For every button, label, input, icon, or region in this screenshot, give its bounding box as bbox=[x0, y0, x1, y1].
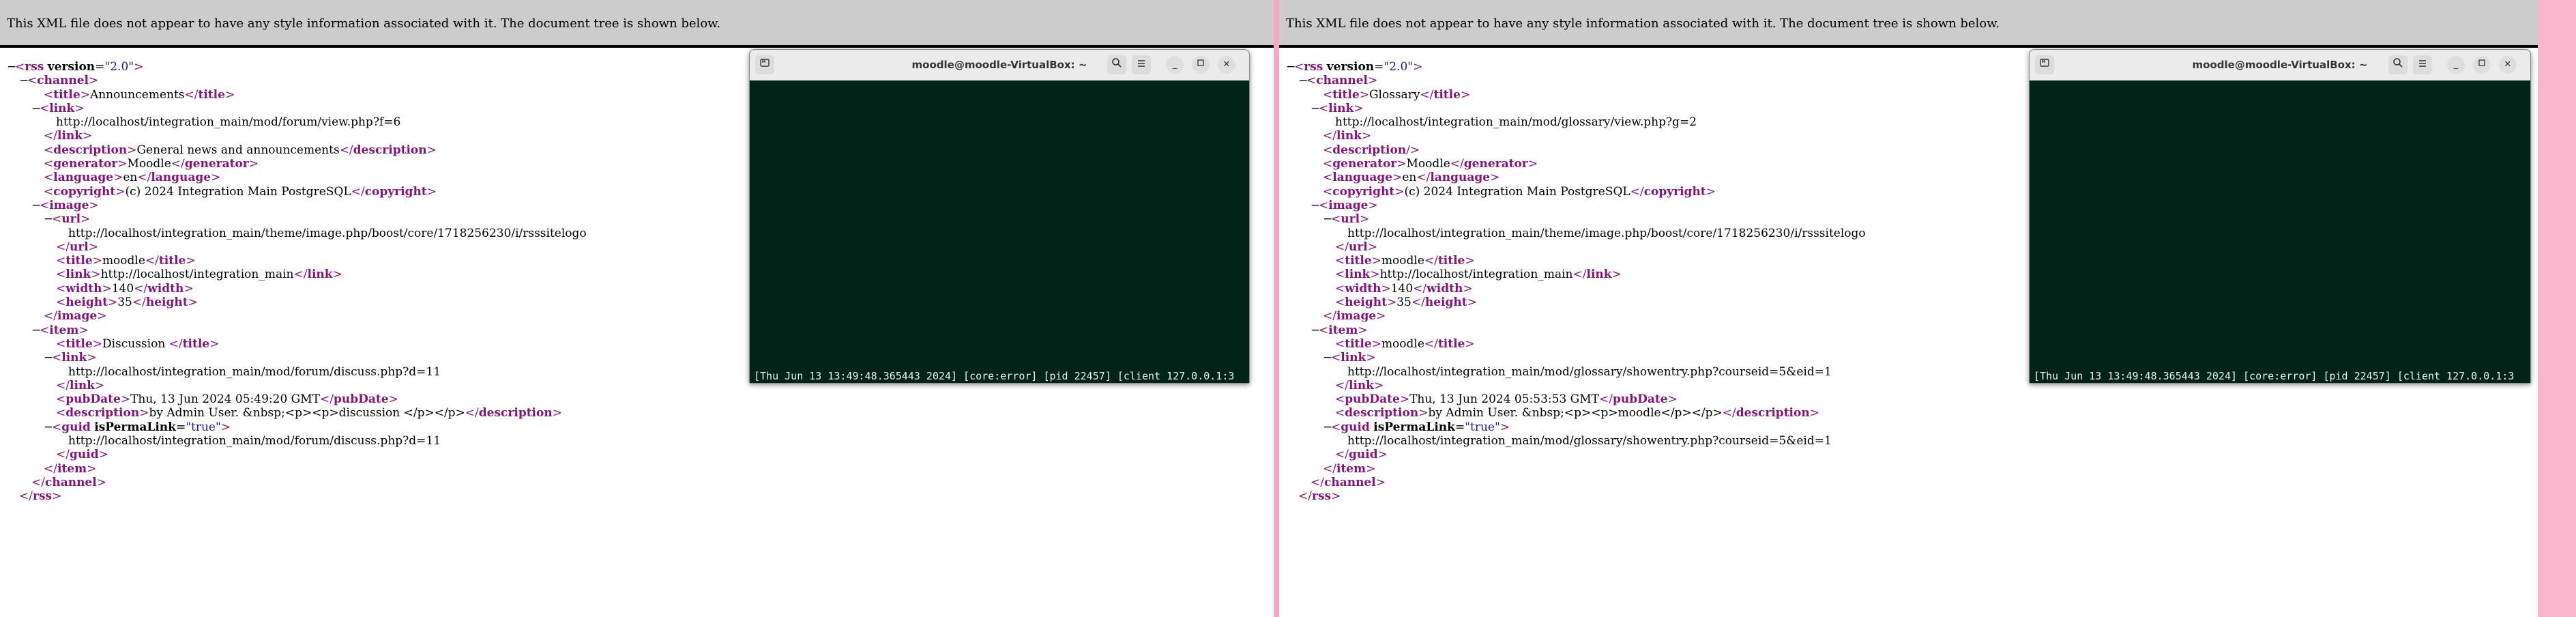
minimize-button[interactable]: _ bbox=[2447, 56, 2465, 74]
xml-title: <title>Glossary</title> bbox=[1323, 87, 1471, 102]
collapse-toggle-guid[interactable]: − bbox=[1323, 420, 1332, 434]
terminal-titlebar[interactable]: moodle@moodle-VirtualBox: ~ _ ✕ bbox=[2030, 50, 2530, 81]
xml-title: <title>Announcements</title> bbox=[44, 87, 235, 102]
collapse-toggle-image[interactable]: − bbox=[31, 199, 41, 212]
menu-icon[interactable] bbox=[1132, 55, 1151, 74]
collapse-toggle-item-link[interactable]: − bbox=[1323, 351, 1332, 364]
search-icon[interactable] bbox=[1107, 55, 1126, 74]
collapse-toggle-channel[interactable]: − bbox=[19, 74, 29, 87]
search-icon[interactable] bbox=[2388, 55, 2407, 74]
xml-info-bar: This XML file does not appear to have an… bbox=[0, 0, 1274, 48]
xml-tree: −<rss version="2.0"> −<channel> <title>A… bbox=[7, 60, 587, 504]
collapse-toggle-url[interactable]: − bbox=[1323, 212, 1332, 226]
collapse-toggle-guid[interactable]: − bbox=[44, 420, 53, 434]
menu-icon[interactable] bbox=[2413, 55, 2432, 74]
terminal-content[interactable]: [Thu Jun 13 13:49:48.365443 2024] [core:… bbox=[2030, 81, 2530, 384]
xml-link-value: http://localhost/integration_main/mod/fo… bbox=[56, 115, 401, 130]
maximize-button[interactable] bbox=[1192, 56, 1210, 74]
collapse-toggle-link[interactable]: − bbox=[1311, 102, 1320, 115]
collapse-toggle-link[interactable]: − bbox=[31, 102, 41, 115]
xml-link-value: http://localhost/integration_main/mod/gl… bbox=[1335, 115, 1697, 130]
collapse-toggle-rss[interactable]: − bbox=[7, 60, 16, 74]
collapse-toggle-url[interactable]: − bbox=[44, 212, 53, 226]
terminal-output: [Thu Jun 13 13:49:48.365443 2024] [core:… bbox=[754, 370, 1235, 384]
close-button[interactable]: ✕ bbox=[1218, 56, 1235, 74]
collapse-toggle-item[interactable]: − bbox=[1311, 324, 1320, 337]
collapse-toggle-rss[interactable]: − bbox=[1286, 60, 1296, 74]
minimize-button[interactable]: _ bbox=[1166, 56, 1184, 74]
desktop-edge bbox=[2538, 0, 2576, 617]
collapse-toggle-item-link[interactable]: − bbox=[44, 351, 53, 364]
terminal-window-left[interactable]: moodle@moodle-VirtualBox: ~ _ ✕ [Thu Jun… bbox=[749, 49, 1250, 384]
xml-info-bar: This XML file does not appear to have an… bbox=[1279, 0, 2538, 48]
collapse-toggle-item[interactable]: − bbox=[31, 324, 41, 337]
xml-tree: −<rss version="2.0"> −<channel> <title>G… bbox=[1286, 60, 1866, 504]
terminal-output: [Thu Jun 13 13:49:48.365443 2024] [core:… bbox=[2034, 370, 2515, 384]
close-button[interactable]: ✕ bbox=[2499, 56, 2517, 74]
terminal-titlebar[interactable]: moodle@moodle-VirtualBox: ~ _ ✕ bbox=[750, 50, 1249, 81]
terminal-content[interactable]: [Thu Jun 13 13:49:48.365443 2024] [core:… bbox=[750, 81, 1249, 384]
terminal-window-right[interactable]: moodle@moodle-VirtualBox: ~ _ ✕ [Thu Jun… bbox=[2029, 49, 2531, 384]
collapse-toggle-image[interactable]: − bbox=[1311, 199, 1320, 212]
maximize-button[interactable] bbox=[2473, 56, 2491, 74]
pane-divider[interactable] bbox=[1274, 0, 1279, 617]
collapse-toggle-channel[interactable]: − bbox=[1298, 74, 1308, 87]
